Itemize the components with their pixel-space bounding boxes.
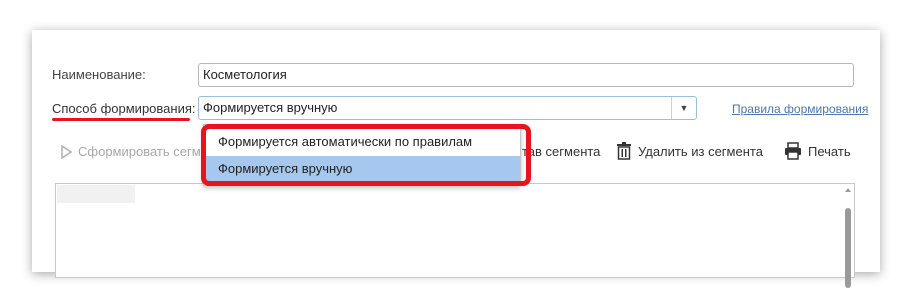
generate-segment-label: Сформировать сегм bbox=[78, 144, 201, 159]
dropdown-option-auto[interactable]: Формируется автоматически по правилам bbox=[204, 129, 520, 155]
name-label: Наименование: bbox=[52, 67, 146, 82]
method-select-value: Формируется вручную bbox=[203, 100, 338, 115]
dropdown-option-label: Формируется автоматически по правилам bbox=[218, 134, 473, 149]
method-label: Способ формирования: bbox=[52, 101, 196, 116]
printer-icon bbox=[784, 142, 802, 160]
trash-icon bbox=[616, 142, 632, 160]
segment-composition-button[interactable]: тав сегмента bbox=[522, 144, 600, 159]
scroll-up-arrow-icon[interactable] bbox=[845, 188, 851, 192]
method-dropdown-list: Формируется автоматически по правилам Фо… bbox=[203, 124, 521, 186]
scroll-thumb[interactable] bbox=[845, 208, 851, 288]
vertical-scrollbar[interactable] bbox=[844, 188, 852, 288]
segment-composition-label: тав сегмента bbox=[522, 144, 601, 159]
name-field[interactable]: Косметология bbox=[198, 63, 854, 87]
remove-from-segment-label: Удалить из сегмента bbox=[638, 143, 763, 159]
annotation-underline bbox=[52, 118, 190, 121]
rules-link[interactable]: Правила формирования bbox=[732, 102, 868, 116]
dropdown-option-manual[interactable]: Формируется вручную bbox=[204, 156, 520, 182]
form-window: Наименование: Косметология Способ формир… bbox=[32, 30, 880, 288]
method-select[interactable]: Формируется вручную ▼ bbox=[198, 96, 697, 120]
print-button[interactable]: Печать bbox=[784, 142, 851, 160]
remove-from-segment-button[interactable]: Удалить из сегмента bbox=[616, 142, 763, 160]
generate-segment-button[interactable]: Сформировать сегм bbox=[60, 144, 201, 159]
print-label: Печать bbox=[808, 143, 851, 159]
name-field-value: Косметология bbox=[203, 67, 287, 82]
segment-table[interactable] bbox=[55, 183, 855, 288]
chevron-down-icon[interactable]: ▼ bbox=[671, 97, 696, 119]
play-icon bbox=[60, 144, 72, 159]
dropdown-option-label: Формируется вручную bbox=[218, 161, 353, 176]
table-header-cell bbox=[57, 185, 135, 203]
